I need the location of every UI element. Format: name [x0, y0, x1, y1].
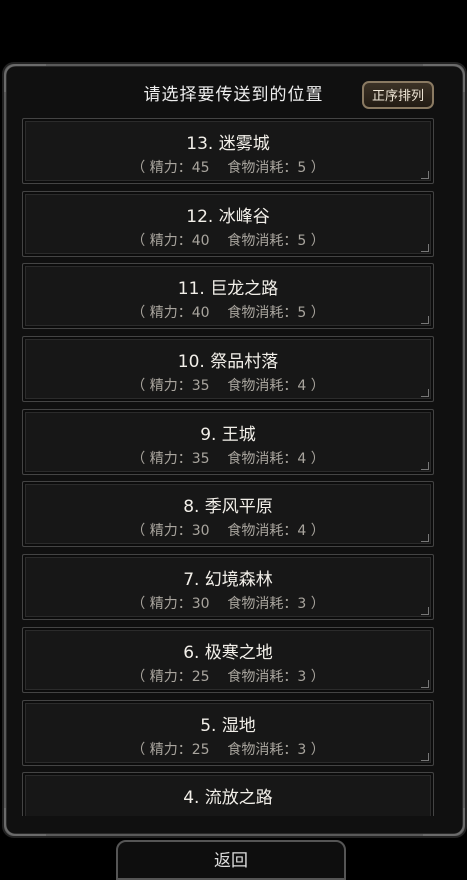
location-item[interactable]: 8. 季风平原 （ 精力：30 食物消耗：4 ）: [22, 481, 434, 548]
location-item[interactable]: 6. 极寒之地 （ 精力：25 食物消耗：3 ）: [22, 626, 434, 693]
location-item[interactable]: 10. 祭品村落 （ 精力：35 食物消耗：4 ）: [22, 336, 434, 403]
location-cost: （ 精力：25 食物消耗：3 ）: [131, 741, 325, 758]
location-name: 11. 巨龙之路: [177, 279, 279, 300]
location-name: 7. 幻境森林: [183, 570, 273, 591]
location-name: 8. 季风平原: [183, 497, 273, 518]
location-name: 6. 极寒之地: [183, 642, 273, 663]
location-item[interactable]: 12. 冰峰谷 （ 精力：40 食物消耗：5 ）: [22, 190, 434, 257]
location-name: 4. 流放之路: [183, 788, 273, 809]
location-name: 12. 冰峰谷: [186, 206, 270, 227]
location-cost: （ 精力：25 食物消耗：3 ）: [131, 668, 325, 685]
location-cost: （ 精力：35 食物消耗：4 ）: [131, 378, 325, 395]
location-item[interactable]: 13. 迷雾城 （ 精力：45 食物消耗：5 ）: [22, 118, 434, 184]
location-name: 13. 迷雾城: [186, 134, 270, 154]
location-cost: （ 精力：35 食物消耗：4 ）: [131, 450, 325, 467]
location-item[interactable]: 11. 巨龙之路 （ 精力：40 食物消耗：5 ）: [22, 263, 434, 330]
location-item[interactable]: 9. 王城 （ 精力：35 食物消耗：4 ）: [22, 408, 434, 475]
location-name: 10. 祭品村落: [177, 352, 279, 373]
location-item[interactable]: 4. 流放之路: [22, 772, 434, 816]
location-cost: （ 精力：30 食物消耗：4 ）: [131, 523, 325, 540]
location-list[interactable]: 13. 迷雾城 （ 精力：45 食物消耗：5 ） 12. 冰峰谷 （ 精力：40…: [22, 118, 434, 816]
location-cost: （ 精力：45 食物消耗：5 ）: [131, 160, 325, 176]
location-item[interactable]: 5. 湿地 （ 精力：25 食物消耗：3 ）: [22, 699, 434, 766]
location-name: 5. 湿地: [200, 715, 256, 736]
sort-order-button[interactable]: 正序排列: [362, 81, 434, 109]
location-cost: （ 精力：40 食物消耗：5 ）: [131, 305, 325, 322]
location-cost: （ 精力：40 食物消耗：5 ）: [131, 232, 325, 249]
location-item[interactable]: 7. 幻境森林 （ 精力：30 食物消耗：3 ）: [22, 554, 434, 621]
back-button[interactable]: 返回: [116, 840, 346, 880]
location-name: 9. 王城: [200, 424, 256, 445]
location-cost: （ 精力：30 食物消耗：3 ）: [131, 596, 325, 613]
